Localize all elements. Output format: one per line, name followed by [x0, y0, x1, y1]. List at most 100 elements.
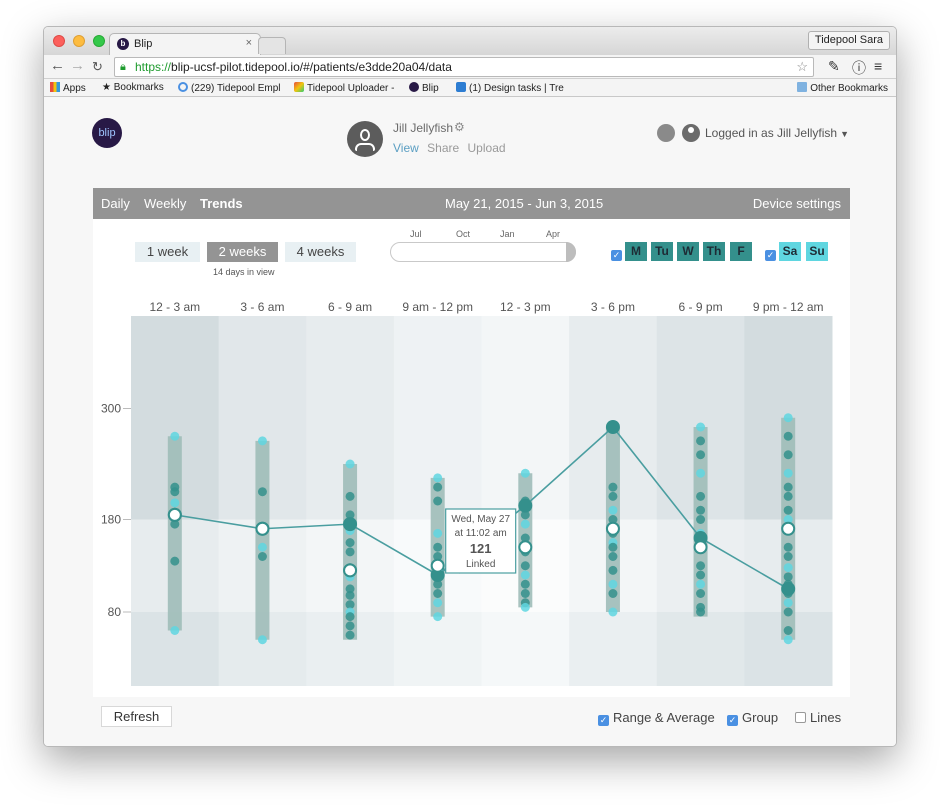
folder-icon — [797, 82, 808, 92]
reading-point — [608, 552, 618, 561]
avatar-body-icon — [355, 143, 375, 151]
url-protocol: https:// — [135, 60, 172, 74]
reading-point — [433, 528, 443, 538]
reading-point — [345, 491, 355, 501]
reading-point — [783, 626, 793, 635]
column-band-low — [569, 612, 658, 686]
bookmark-blip[interactable]: Blip — [409, 82, 439, 94]
close-window-icon[interactable] — [53, 35, 65, 47]
bookmark-star-icon[interactable]: ☆ — [796, 58, 808, 76]
bookmark-apps[interactable]: Apps — [50, 82, 86, 94]
lines-option[interactable]: Lines — [795, 710, 841, 725]
view-link[interactable]: View — [393, 141, 419, 155]
reading-point — [783, 431, 793, 441]
reading-point — [433, 496, 443, 506]
bookmark-uploader[interactable]: Tidepool Uploader - — [294, 82, 394, 94]
refresh-button[interactable]: Refresh — [101, 706, 172, 727]
reading-point — [257, 436, 267, 446]
lines-checkbox[interactable] — [795, 712, 806, 723]
reading-point — [170, 498, 180, 508]
reading-point — [433, 473, 443, 483]
reading-point — [608, 589, 618, 598]
reading-point — [608, 542, 618, 552]
reading-point — [696, 505, 706, 515]
median-circle — [343, 563, 358, 578]
bookmark-tidepool[interactable]: (229) Tidepool Empl — [178, 82, 281, 94]
reading-point — [608, 482, 618, 492]
reading-point — [520, 589, 530, 598]
reading-point — [345, 538, 355, 548]
other-bookmarks[interactable]: Other Bookmarks — [797, 82, 888, 94]
median-circle — [605, 521, 620, 536]
tab-daily[interactable]: Daily — [101, 196, 130, 211]
blip-logo[interactable]: blip — [92, 118, 122, 148]
upload-link[interactable]: Upload — [468, 141, 506, 155]
reading-point — [520, 602, 530, 612]
reading-point — [520, 561, 530, 571]
reading-point — [257, 542, 267, 552]
reading-point — [696, 436, 706, 446]
browser-tab[interactable]: b Blip × — [109, 33, 261, 55]
reading-point — [696, 561, 706, 571]
profile-button[interactable]: Tidepool Sara — [807, 31, 890, 50]
reading-point — [170, 556, 180, 566]
new-tab-button[interactable] — [258, 37, 286, 54]
address-bar[interactable]: 🔒︎ https://blip-ucsf-pilot.tidepool.io/#… — [114, 57, 814, 77]
y-axis-label: 80 — [108, 605, 122, 619]
maximize-window-icon[interactable] — [93, 35, 105, 47]
group-checkbox[interactable]: ✓ — [727, 715, 738, 726]
reading-point — [608, 565, 618, 575]
reading-point — [783, 552, 793, 561]
chart-footer: Refresh ✓ Range & Average ✓ Group Lines — [93, 703, 850, 733]
reload-icon[interactable]: ↻ — [92, 59, 103, 75]
reading-point — [608, 491, 618, 501]
reading-point — [696, 468, 706, 478]
care-team-icon[interactable] — [657, 124, 675, 142]
trello-icon — [456, 82, 466, 92]
bookmarks-bar: Apps ★ Bookmarks (229) Tidepool Empl Tid… — [44, 79, 896, 97]
eyedropper-icon[interactable]: ✎ — [828, 58, 840, 75]
apps-grid-icon — [50, 82, 60, 92]
x-axis-label: 12 - 3 pm — [500, 300, 551, 314]
reading-point — [520, 579, 530, 589]
range-average-option[interactable]: ✓ Range & Average — [598, 710, 715, 726]
info-icon[interactable]: ⓘ — [852, 58, 866, 78]
reading-point — [696, 515, 706, 524]
group-option[interactable]: ✓ Group — [727, 710, 778, 726]
forward-arrow-icon[interactable]: → — [70, 57, 85, 74]
y-axis-label: 180 — [101, 513, 121, 527]
user-icon[interactable] — [682, 124, 700, 142]
reading-point — [608, 579, 618, 589]
share-link[interactable]: Share — [427, 141, 459, 155]
tab-trends[interactable]: Trends — [200, 196, 243, 211]
menu-icon[interactable]: ≡ — [874, 58, 882, 74]
back-arrow-icon[interactable]: ← — [50, 57, 65, 74]
range-average-checkbox[interactable]: ✓ — [598, 715, 609, 726]
median-circle — [167, 507, 182, 522]
reading-point — [345, 630, 355, 640]
minimize-window-icon[interactable] — [73, 35, 85, 47]
reading-point — [608, 505, 618, 515]
median-circle — [255, 521, 270, 536]
bookmark-bookmarks[interactable]: ★ Bookmarks — [102, 82, 164, 93]
reading-point — [783, 491, 793, 501]
logged-in-menu[interactable]: Logged in as Jill Jellyfish ▼ — [705, 126, 849, 140]
median-circle — [693, 540, 708, 555]
device-settings-link[interactable]: Device settings — [753, 196, 841, 211]
avatar-head-icon — [360, 129, 370, 141]
range-bar — [167, 436, 182, 631]
bookmark-trello[interactable]: (1) Design tasks | Tre — [456, 82, 564, 94]
tab-close-icon[interactable]: × — [246, 37, 252, 49]
tab-weekly[interactable]: Weekly — [144, 196, 186, 211]
median-circle — [781, 521, 796, 536]
reading-point — [696, 422, 706, 432]
reading-point — [783, 468, 793, 478]
reading-point — [433, 598, 443, 608]
gear-icon[interactable]: ⚙ — [454, 120, 465, 134]
star-icon: ★ — [102, 82, 114, 93]
y-axis-label: 300 — [101, 402, 121, 416]
reading-point — [257, 635, 267, 645]
average-point — [343, 517, 358, 532]
reading-point — [783, 542, 793, 552]
page-content: blip Jill Jellyfish ⚙ View Share Upload … — [44, 98, 896, 746]
